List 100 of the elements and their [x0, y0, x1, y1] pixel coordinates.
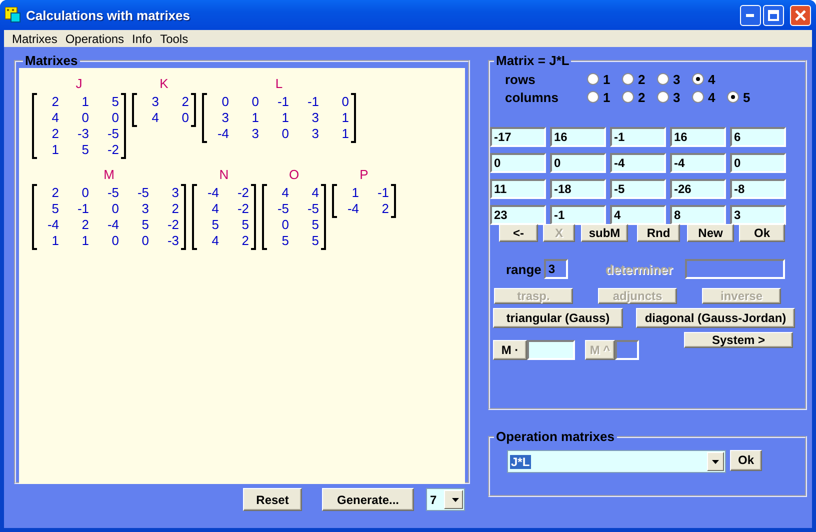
range-label: range [506, 262, 542, 276]
radio-button[interactable] [727, 91, 739, 103]
bracket [191, 93, 196, 127]
radio-button[interactable] [587, 91, 599, 103]
system-button[interactable]: System > [684, 332, 793, 348]
matrix-input-field[interactable]: 11 [490, 179, 546, 199]
matrix-cell-text: 0 [110, 110, 120, 126]
matrix-cell-text: -2 [236, 185, 250, 201]
reset-button[interactable]: Reset [243, 488, 302, 511]
matrix-cell-text: 2 [50, 185, 60, 201]
bracket [132, 93, 137, 127]
matrix-input-field[interactable]: 6 [730, 127, 786, 147]
menu-item[interactable]: Tools [156, 32, 192, 46]
matrix-input-field[interactable]: 4 [610, 205, 666, 225]
radio-label: 3 [673, 90, 680, 104]
app-icon [5, 7, 21, 23]
bracket [251, 184, 256, 250]
matrix-cell-text: -4 [106, 217, 120, 233]
maximize-button[interactable] [763, 4, 784, 26]
radio-button[interactable] [622, 73, 634, 85]
matrix-input-field[interactable]: 23 [490, 205, 546, 225]
matrix-cell-text: 2 [50, 126, 60, 142]
radio-button[interactable] [657, 91, 669, 103]
multiply-button[interactable]: M · [493, 340, 527, 360]
matrix-cell-text: 1 [340, 126, 350, 142]
matrix-cell-text: -1 [276, 94, 290, 110]
editor-button[interactable]: Ok [739, 224, 785, 242]
matrix-name: O [288, 167, 300, 184]
elimination-button[interactable]: diagonal (Gauss-Jordan) [636, 308, 795, 328]
matrix-cell-text: 0 [280, 126, 290, 142]
matrix-cell-text: 5 [310, 217, 320, 233]
matrix-cell-text: 3 [140, 201, 150, 217]
editor-button[interactable]: New [687, 224, 734, 242]
matrix-input-field[interactable]: 0 [730, 153, 786, 173]
operation-dropdown[interactable]: J*L [507, 450, 726, 473]
matrix-cell-text: -5 [306, 201, 320, 217]
matrix-cell-text: -1 [76, 201, 90, 217]
matrix-cell-text: 0 [280, 217, 290, 233]
radio-button[interactable] [587, 73, 599, 85]
radio-button[interactable] [692, 73, 704, 85]
radio-button[interactable] [622, 91, 634, 103]
exponent-field[interactable] [615, 340, 639, 360]
count-dropdown[interactable]: 7 [426, 488, 465, 511]
matrix-input-field[interactable]: -17 [490, 127, 546, 147]
radio-label: 4 [708, 90, 716, 104]
matrix-input-field[interactable]: -18 [550, 179, 606, 199]
matrix-cell-text: 5 [140, 217, 150, 233]
matrix-input-field[interactable]: 3 [730, 205, 786, 225]
matrix-cell-text: 1 [80, 94, 90, 110]
generate-button[interactable]: Generate... [322, 488, 414, 511]
ok-button[interactable]: Ok [730, 450, 762, 470]
matrix-cell-text: -4 [346, 201, 360, 217]
matrix-cell-text: -5 [106, 126, 120, 142]
matrix-input-field[interactable]: 0 [490, 153, 546, 173]
matrix-input-field[interactable]: 8 [670, 205, 726, 225]
radio-label: 1 [603, 72, 610, 86]
bracket [192, 184, 197, 250]
editor-button[interactable]: <- [499, 224, 538, 242]
matrix-input-field[interactable]: 16 [550, 127, 606, 147]
matrix-cell-text: 0 [340, 94, 350, 110]
matrix-cell-text: 5 [80, 142, 90, 158]
matrix-cell-text: 0 [110, 201, 120, 217]
matrix-input-field[interactable]: 0 [550, 153, 606, 173]
matrix-cell-text: -5 [106, 185, 120, 201]
matrix-input-field[interactable]: -4 [610, 153, 666, 173]
window-title: Calculations with matrixes [26, 8, 191, 22]
matrix-cell-text: 5 [310, 233, 320, 249]
matrix-cell-text: -3 [76, 126, 90, 142]
editor-button[interactable]: subM [581, 224, 628, 242]
matrix-input-field[interactable]: -8 [730, 179, 786, 199]
matrix-cell-text: 2 [180, 94, 190, 110]
minimize-button[interactable] [740, 4, 761, 26]
matrix-cell-text: 0 [110, 233, 120, 249]
multiplier-field[interactable] [527, 340, 575, 360]
bracket [181, 184, 186, 250]
close-button[interactable] [790, 4, 811, 26]
matrix-cell-text: 0 [220, 94, 230, 110]
menu-item[interactable]: Matrixes [8, 32, 62, 46]
elimination-button[interactable]: triangular (Gauss) [493, 308, 623, 328]
matrix-input-field[interactable]: -26 [670, 179, 726, 199]
editor-button[interactable]: Rnd [637, 224, 680, 242]
matrix-name: J [76, 76, 82, 93]
matrix-cell-text: 4 [210, 233, 220, 249]
matrix-cell-text: -1 [376, 185, 390, 201]
matrix-input-field[interactable]: -4 [670, 153, 726, 173]
matrix-name: M [104, 167, 114, 184]
matrix-input-field[interactable]: -1 [610, 127, 666, 147]
menu-item[interactable]: Operations [61, 32, 128, 46]
bracket [32, 184, 37, 250]
matrix-cell-text: 0 [250, 94, 260, 110]
bracket [332, 184, 337, 218]
menu-item[interactable]: Info [128, 32, 156, 46]
matrix-input-field[interactable]: -1 [550, 205, 606, 225]
radio-button[interactable] [657, 73, 669, 85]
matrix-input-field[interactable]: -5 [610, 179, 666, 199]
matrix-cell-text: 5 [50, 201, 60, 217]
matrix-input-field[interactable]: 16 [670, 127, 726, 147]
matrix-cell-text: -2 [166, 217, 180, 233]
matrix-cell-text: -3 [166, 233, 180, 249]
radio-button[interactable] [692, 91, 704, 103]
